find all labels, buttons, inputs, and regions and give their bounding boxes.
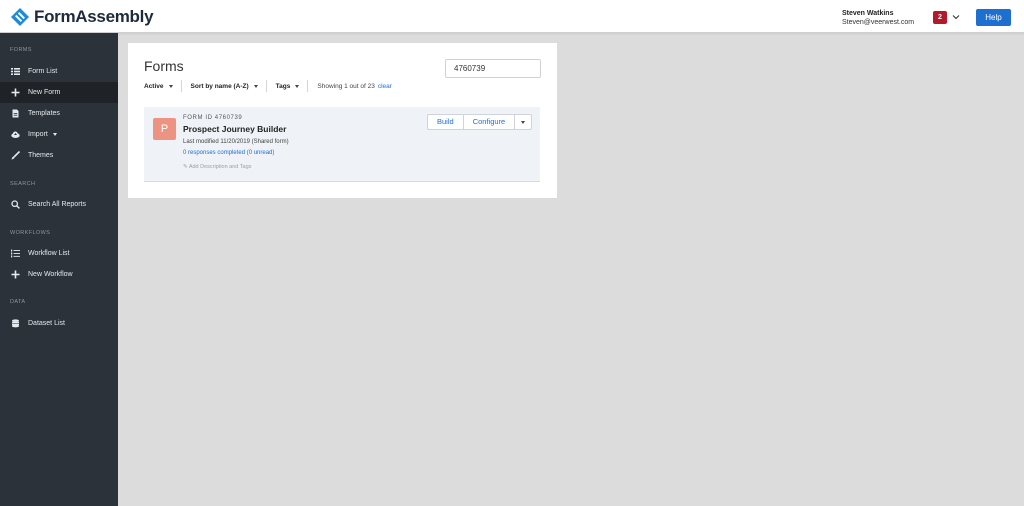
sidebar-item-new-workflow[interactable]: New Workflow [0, 264, 118, 285]
sidebar-item-label: Import [28, 131, 48, 138]
search-icon [11, 200, 20, 209]
sidebar-item-label: Templates [28, 110, 60, 117]
sidebar-item-dataset-list[interactable]: Dataset List [0, 313, 118, 334]
tags-label: Tags [275, 82, 291, 90]
cloud-upload-icon [11, 131, 20, 138]
filter-bar: Active Sort by name (A-Z) Tags Showing 1… [144, 79, 392, 93]
formassembly-logo-icon [11, 8, 29, 26]
result-count: Showing 1 out of 23 [317, 82, 375, 90]
sidebar-item-label: Themes [28, 152, 54, 159]
sidebar-item-templates[interactable]: Templates [0, 103, 118, 124]
sidebar-item-label: Search All Reports [28, 201, 86, 208]
tags-dropdown[interactable]: Tags [276, 83, 308, 90]
divider [307, 80, 309, 92]
form-name-link[interactable]: Prospect Journey Builder [183, 124, 286, 134]
add-description-link[interactable]: ✎ Add Description and Tags [183, 164, 251, 170]
responses-link[interactable]: 0 responses completed (0 unread) [183, 150, 274, 156]
sidebar-item-workflow-list[interactable]: Workflow List [0, 243, 118, 264]
database-icon [12, 319, 19, 328]
top-bar: FormAssembly Steven Watkins Steven@veerw… [0, 0, 1024, 33]
form-card: P FORM ID 4760739 Prospect Journey Build… [144, 107, 540, 182]
page-title: Forms [144, 58, 184, 74]
sidebar-item-label: Form List [28, 68, 58, 75]
sort-label: Sort by name (A-Z) [190, 82, 249, 90]
user-name: Steven Watkins [842, 10, 894, 17]
plus-icon [11, 270, 20, 279]
numbered-list-icon [11, 249, 20, 258]
sidebar-item-new-form[interactable]: New Form [0, 82, 118, 103]
sidebar-section-forms: FORMS [10, 47, 32, 53]
sidebar-item-label: Workflow List [28, 250, 70, 257]
sidebar-section-search: SEARCH [10, 181, 36, 187]
sidebar-item-themes[interactable]: Themes [0, 145, 118, 166]
status-filter-label: Active [144, 82, 164, 90]
sidebar-item-label: New Form [28, 89, 61, 96]
forms-panel: Forms Active Sort by name (A-Z) Tags Sho… [128, 43, 557, 198]
notification-badge[interactable]: 2 [933, 11, 947, 24]
sidebar-item-label: Dataset List [28, 320, 65, 327]
form-actions: Build Configure [427, 114, 533, 130]
sort-dropdown[interactable]: Sort by name (A-Z) [191, 83, 266, 90]
sidebar-section-data: DATA [10, 299, 26, 305]
sidebar: FORMS Form List New Form Templates Impor… [0, 33, 118, 506]
form-id: FORM ID 4760739 [183, 115, 243, 121]
build-button[interactable]: Build [428, 115, 464, 129]
user-email: Steven@veerwest.com [842, 19, 915, 26]
form-avatar: P [153, 118, 176, 140]
caret-down-icon [52, 133, 57, 136]
sidebar-section-workflows: WORKFLOWS [10, 230, 51, 236]
divider [265, 80, 267, 92]
logo[interactable]: FormAssembly [10, 7, 154, 27]
document-icon [12, 109, 19, 118]
brush-icon [11, 151, 20, 160]
caret-down-icon [295, 84, 300, 88]
caret-down-icon [521, 120, 526, 124]
more-actions-button[interactable] [515, 115, 531, 129]
sidebar-item-label: New Workflow [28, 271, 73, 278]
clear-link[interactable]: clear [378, 83, 392, 90]
sidebar-item-search-all-reports[interactable]: Search All Reports [0, 194, 118, 215]
help-button[interactable]: Help [976, 9, 1011, 26]
status-filter-dropdown[interactable]: Active [144, 83, 181, 90]
logo-text: FormAssembly [34, 7, 154, 26]
last-modified: Last modified 11/20/2019 (Shared form) [183, 139, 289, 145]
sidebar-item-import[interactable]: Import [0, 124, 118, 145]
chevron-down-icon[interactable] [951, 12, 961, 22]
search-input[interactable] [445, 59, 541, 78]
user-info[interactable]: Steven Watkins Steven@veerwest.com [842, 9, 914, 28]
caret-down-icon [168, 84, 173, 88]
sidebar-item-form-list[interactable]: Form List [0, 61, 118, 82]
list-icon [11, 68, 20, 75]
caret-down-icon [253, 84, 258, 88]
divider [180, 80, 182, 92]
configure-button[interactable]: Configure [464, 115, 516, 129]
plus-icon [11, 88, 20, 97]
